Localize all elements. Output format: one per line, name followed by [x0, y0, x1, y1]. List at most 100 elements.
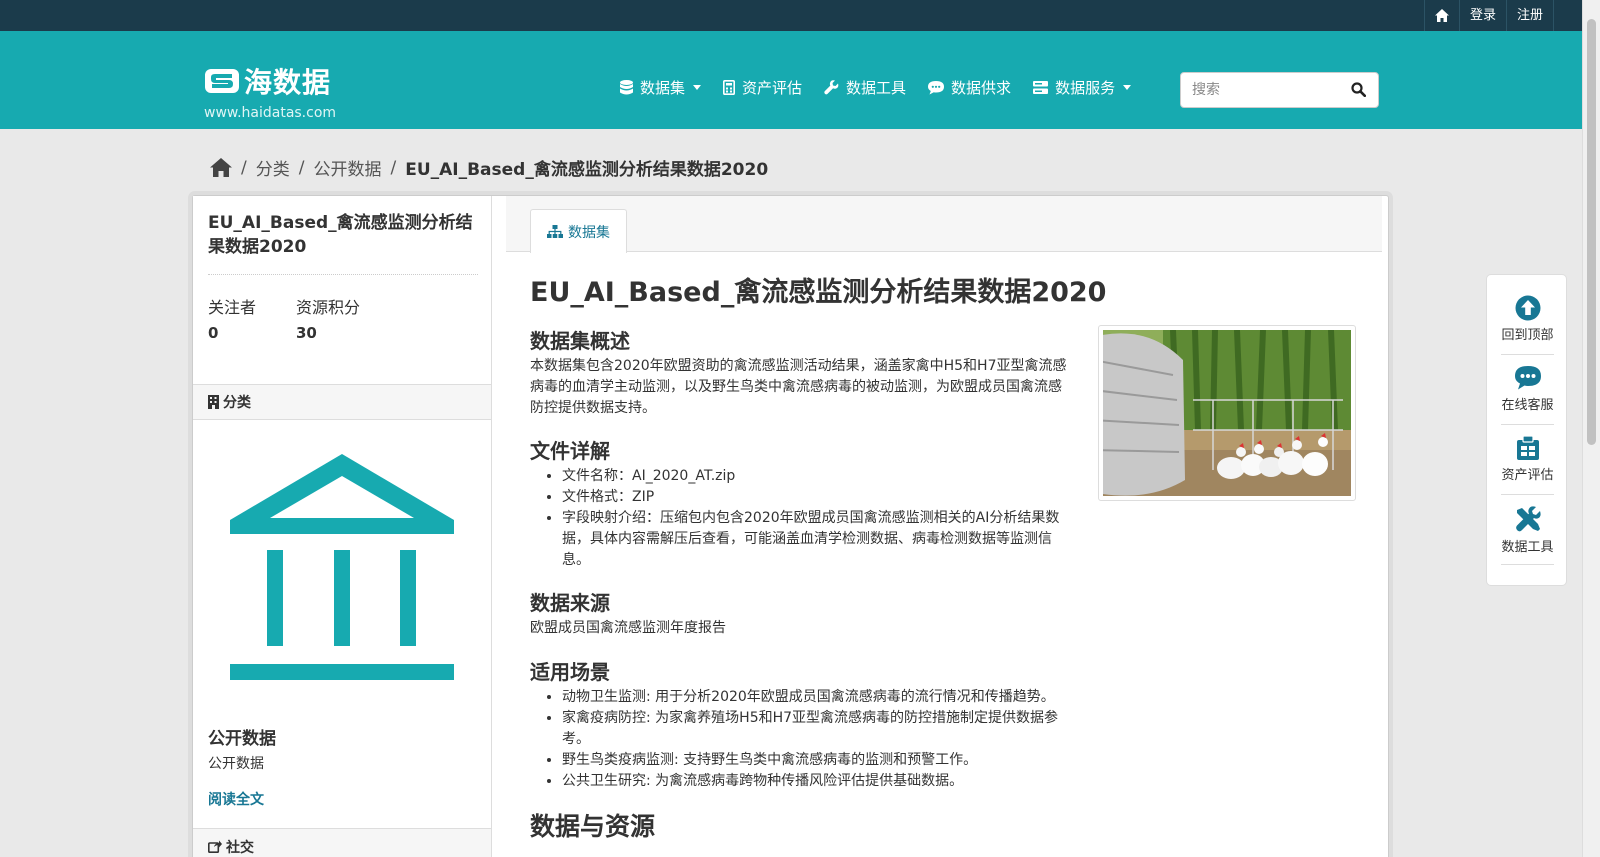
points-count: 30	[296, 324, 317, 342]
divider	[1501, 354, 1554, 355]
arrow-up-circle-icon	[1515, 295, 1540, 321]
files-heading: 文件详解	[530, 439, 610, 463]
breadcrumb-separator: /	[241, 157, 247, 178]
database-icon	[620, 80, 633, 95]
wrench-icon	[824, 80, 839, 95]
nav-data-services-label: 数据服务	[1055, 79, 1116, 97]
list-item: 文件名称：AI_2020_AT.zip	[562, 466, 1062, 487]
search-button[interactable]	[1351, 82, 1367, 101]
resources-heading: 数据与资源	[530, 812, 656, 841]
calculator-icon	[723, 80, 736, 95]
data-tools-button[interactable]: 数据工具	[1487, 505, 1568, 567]
home-icon	[1434, 9, 1449, 22]
tab-datasets[interactable]: 数据集	[530, 209, 627, 253]
search-icon	[1351, 82, 1367, 98]
main-wrapper: EU_AI_Based_禽流感监测分析结果数据2020 关注者 资源积分 0 3…	[192, 195, 1389, 857]
list-item: 字段映射介绍：压缩包内包含2020年欧盟成员国禽流感监测相关的AI分析结果数据，…	[562, 508, 1062, 571]
scrollbar-thumb[interactable]	[1587, 19, 1596, 445]
breadcrumb-separator: /	[298, 157, 305, 178]
list-item: 动物卫生监测: 用于分析2020年欧盟成员国禽流感病毒的流行情况和传播趋势。	[562, 687, 1062, 708]
dataset-title: EU_AI_Based_禽流感监测分析结果数据2020	[208, 213, 473, 257]
search-box	[1180, 72, 1379, 108]
source-heading: 数据来源	[530, 591, 610, 615]
nav-data-services[interactable]: 数据服务	[1033, 77, 1132, 98]
breadcrumb-home[interactable]	[210, 158, 232, 177]
page-scrollbar[interactable]	[1582, 0, 1600, 857]
clipboard-icon	[1516, 435, 1539, 460]
nav-supply-demand[interactable]: 数据供求	[928, 77, 1011, 98]
chevron-down-icon	[1123, 85, 1132, 90]
social-heading: 社交	[193, 828, 491, 857]
followers-label: 关注者	[208, 298, 257, 317]
chickens-photo	[1083, 329, 1351, 496]
divider	[1501, 494, 1554, 495]
asset-eval-button[interactable]: 资产评估	[1487, 435, 1568, 497]
nav-datasets[interactable]: 数据集	[620, 77, 702, 98]
floating-toolbar: 回到顶部 在线客服 资产评估 数据工具	[1486, 274, 1567, 586]
main-nav: 数据集 资产评估 数据工具 数据供求 数据服务	[620, 77, 1153, 98]
masthead: 海数据 www.haidatas.com 数据集 资产评估 数据工具 数据供求 …	[0, 31, 1582, 129]
category-heading-label: 分类	[223, 395, 251, 411]
followers-count: 0	[208, 324, 219, 342]
tools-icon	[1515, 506, 1541, 532]
account-links: 登录 注册	[1423, 0, 1554, 31]
nav-supply-demand-label: 数据供求	[951, 79, 1012, 97]
list-item: 野生鸟类疫病监测: 支持野生鸟类中禽流感病毒的监测和预警工作。	[562, 750, 1062, 771]
list-item: 公共卫生研究: 为禽流感病毒跨物种传播风险评估提供基础数据。	[562, 771, 1062, 792]
nav-asset-eval-label: 资产评估	[742, 79, 803, 97]
comment-icon	[928, 80, 945, 94]
nav-data-tools[interactable]: 数据工具	[824, 77, 906, 98]
home-link[interactable]	[1423, 0, 1459, 31]
org-description: 公开数据	[208, 756, 264, 772]
usage-list: 动物卫生监测: 用于分析2020年欧盟成员国禽流感病毒的流行情况和传播趋势。 家…	[562, 687, 1062, 792]
share-icon	[208, 840, 222, 853]
breadcrumb-public-data[interactable]: 公开数据	[313, 155, 381, 180]
divider	[208, 274, 478, 275]
tab-datasets-label: 数据集	[568, 224, 610, 241]
list-item: 家禽疫病防控: 为家禽养殖场H5和H7亚型禽流感病毒的防控措施制定提供数据参考。	[562, 708, 1062, 750]
institution-icon	[230, 454, 454, 680]
breadcrumb-separator: /	[390, 157, 397, 178]
sidebar: EU_AI_Based_禽流感监测分析结果数据2020 关注者 资源积分 0 3…	[193, 196, 492, 857]
breadcrumb: / 分类 / 公开数据 / EU_AI_Based_禽流感监测分析结果数据202…	[210, 155, 768, 180]
logo-text: 海数据	[244, 66, 332, 99]
building-icon	[208, 395, 219, 409]
overview-text: 本数据集包含2020年欧盟资助的禽流感监测活动结果，涵盖家禽中H5和H7亚型禽流…	[530, 358, 1067, 416]
nav-asset-eval[interactable]: 资产评估	[723, 77, 802, 98]
social-heading-label: 社交	[226, 839, 254, 856]
logo-mark-icon	[205, 69, 239, 93]
data-tools-label: 数据工具	[1501, 540, 1554, 555]
content-title: EU_AI_Based_禽流感监测分析结果数据2020	[530, 277, 1107, 308]
chevron-down-icon	[693, 85, 702, 90]
nav-datasets-label: 数据集	[640, 79, 686, 97]
overview-heading: 数据集概述	[530, 329, 630, 353]
site-url: www.haidatas.com	[204, 105, 337, 121]
asset-eval-label: 资产评估	[1501, 468, 1554, 483]
back-to-top-button[interactable]: 回到顶部	[1487, 295, 1568, 357]
divider	[1501, 424, 1554, 425]
register-link[interactable]: 注册	[1505, 0, 1554, 31]
chat-bubble-icon	[1514, 366, 1541, 390]
tab-bar: 数据集	[506, 196, 1382, 253]
usage-heading: 适用场景	[530, 660, 610, 684]
search-input[interactable]	[1192, 74, 1342, 106]
read-more-link[interactable]: 阅读全文	[208, 789, 264, 809]
list-item: 文件格式：ZIP	[562, 487, 1062, 508]
divider	[1501, 564, 1554, 565]
dataset-image	[1083, 325, 1356, 501]
points-label: 资源积分	[296, 298, 361, 317]
site-logo[interactable]: 海数据	[204, 61, 331, 101]
source-text: 欧盟成员国禽流感监测年度报告	[530, 620, 726, 636]
nav-data-tools-label: 数据工具	[846, 79, 907, 97]
online-service-label: 在线客服	[1501, 398, 1554, 413]
login-link[interactable]: 登录	[1458, 0, 1506, 31]
server-icon	[1033, 81, 1049, 94]
home-icon	[210, 158, 232, 177]
category-heading: 分类	[193, 384, 491, 420]
org-name: 公开数据	[208, 729, 276, 749]
breadcrumb-current: EU_AI_Based_禽流感监测分析结果数据2020	[405, 160, 769, 180]
online-service-button[interactable]: 在线客服	[1487, 365, 1568, 427]
sitemap-icon	[547, 225, 563, 238]
files-list: 文件名称：AI_2020_AT.zip 文件格式：ZIP 字段映射介绍：压缩包内…	[562, 466, 1062, 571]
breadcrumb-category[interactable]: 分类	[256, 155, 290, 180]
